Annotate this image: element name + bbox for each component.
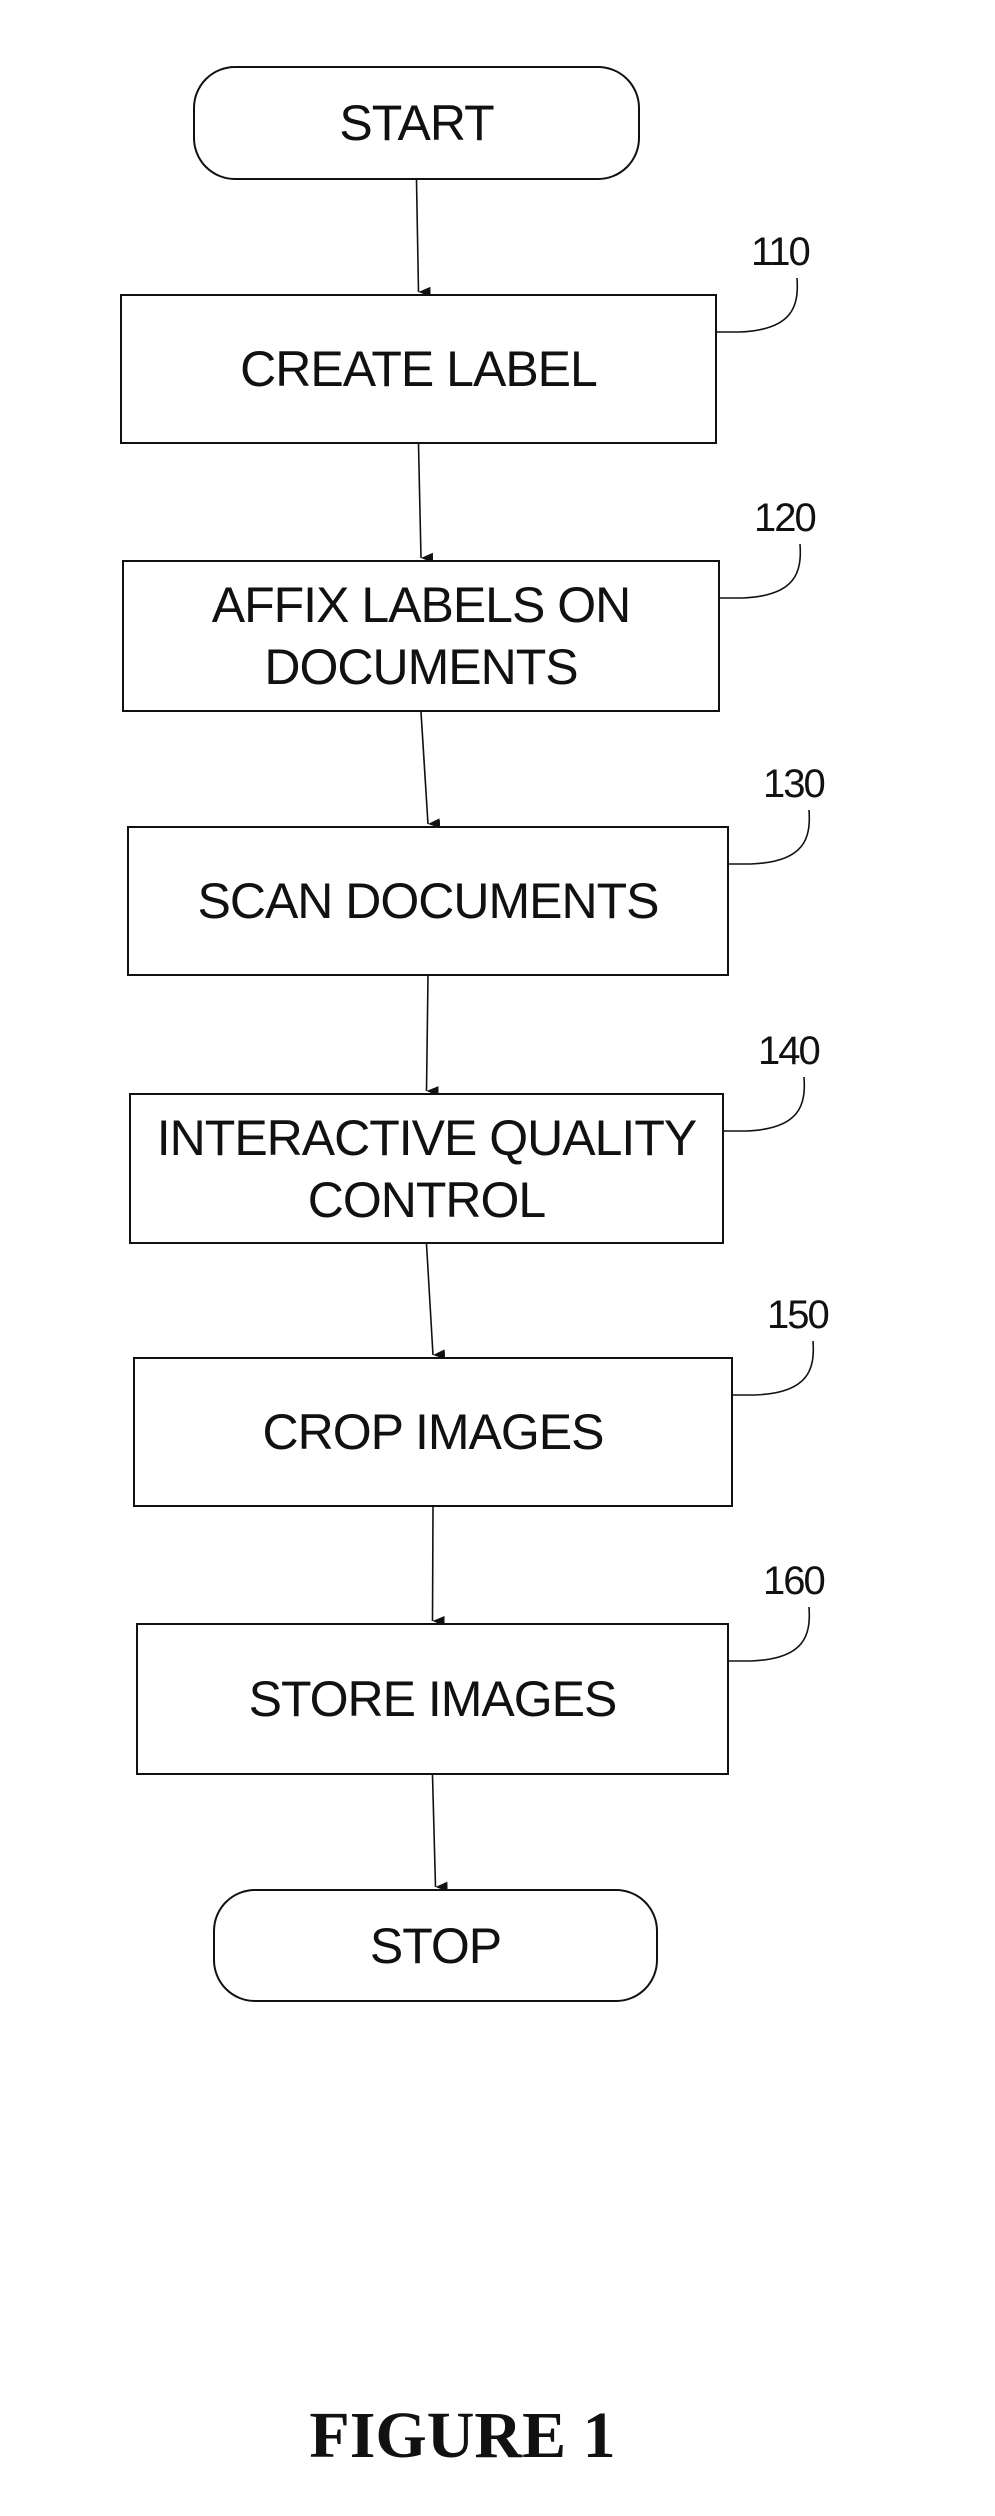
flow-arrow	[420, 711, 441, 829]
reference-numeral: 120	[754, 496, 817, 540]
figure-caption: FIGURE 1	[309, 2399, 616, 2472]
node-label: STORE IMAGES	[248, 1671, 618, 1727]
reference-leader-line	[733, 1340, 815, 1396]
reference-leader-line	[720, 543, 802, 599]
affix-labels-step: AFFIX LABELS ON DOCUMENTS	[122, 560, 720, 712]
flow-arrow	[431, 1506, 445, 1627]
scan-documents-step: SCAN DOCUMENTS	[127, 826, 729, 976]
quality-control-step: INTERACTIVE QUALITY CONTROL	[129, 1093, 724, 1244]
node-label: AFFIX LABELS ON DOCUMENTS	[211, 577, 631, 695]
reference-numeral: 130	[763, 762, 826, 806]
flow-arrow	[417, 443, 434, 563]
node-label: INTERACTIVE QUALITY CONTROL	[156, 1109, 697, 1228]
node-label: START	[339, 95, 494, 151]
create-label-step: CREATE LABEL	[120, 294, 717, 444]
reference-leader-line	[724, 1076, 806, 1132]
start-terminal: START	[193, 66, 640, 180]
flow-arrow	[415, 179, 431, 297]
store-images-step: STORE IMAGES	[136, 1623, 729, 1775]
stop-terminal: STOP	[213, 1889, 658, 2002]
reference-numeral: 110	[751, 230, 811, 274]
reference-leader-line	[729, 1606, 811, 1662]
node-label: SCAN DOCUMENTS	[197, 873, 659, 929]
reference-numeral: 160	[763, 1559, 826, 1603]
flow-arrow	[431, 1774, 448, 1892]
node-label: STOP	[369, 1917, 502, 1974]
node-label: CREATE LABEL	[240, 341, 598, 397]
reference-numeral: 150	[767, 1293, 830, 1337]
crop-images-step: CROP IMAGES	[133, 1357, 733, 1507]
flow-arrow	[425, 1243, 446, 1360]
reference-leader-line	[717, 277, 799, 333]
flowchart-canvas: START CREATE LABEL AFFIX LABELS ON DOCUM…	[0, 0, 995, 2516]
reference-leader-line	[729, 809, 811, 865]
node-label: CROP IMAGES	[262, 1404, 605, 1460]
flow-arrow	[425, 975, 439, 1097]
reference-numeral: 140	[758, 1029, 821, 1073]
